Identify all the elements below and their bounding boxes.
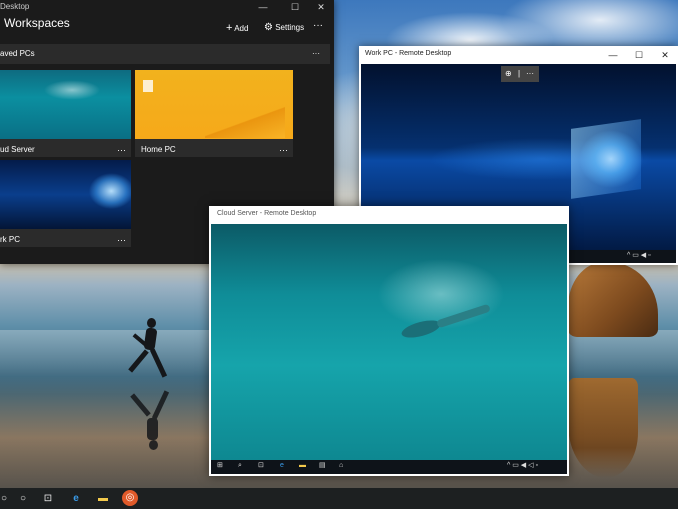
edge-icon[interactable]: e: [68, 491, 84, 506]
plus-icon: +: [226, 22, 233, 34]
store-icon[interactable]: ▤: [319, 460, 326, 472]
settings-button[interactable]: ⚙ Settings: [264, 22, 304, 33]
windows-logo-light: [571, 119, 641, 199]
search-icon[interactable]: ⌕: [238, 460, 242, 472]
file-explorer-icon[interactable]: ▬: [95, 491, 111, 506]
maximize-button[interactable]: ☐: [627, 46, 651, 64]
window-title: Work PC - Remote Desktop: [365, 50, 452, 57]
task-view-icon[interactable]: ⊡: [258, 460, 264, 472]
settings-label: Settings: [275, 23, 305, 32]
toolbar-separator: |: [518, 69, 521, 78]
app-icon[interactable]: ⌂: [339, 460, 343, 472]
windows8-thumbnail: [135, 70, 293, 139]
recycle-bin-icon: [143, 80, 153, 92]
tile-more-button[interactable]: ···: [117, 145, 126, 155]
minimize-button[interactable]: —: [601, 46, 625, 64]
window-title: Cloud Server - Remote Desktop: [217, 210, 317, 217]
start-icon[interactable]: ⊞: [217, 460, 223, 472]
pc-tile-cloud-server[interactable]: ud Server ···: [0, 70, 131, 157]
add-button[interactable]: + Add: [226, 22, 248, 34]
tile-label: ud Server: [0, 145, 35, 154]
workspaces-titlebar: Desktop — ☐ ✕: [0, 0, 334, 14]
tile-more-button[interactable]: ···: [117, 235, 126, 245]
search-icon[interactable]: ○: [15, 491, 31, 506]
underwater-thumbnail: [0, 70, 131, 139]
edge-icon[interactable]: e: [280, 460, 284, 472]
toolbar-more-button[interactable]: ···: [526, 66, 534, 82]
minimize-button[interactable]: —: [252, 0, 274, 14]
cloud-server-window: Cloud Server - Remote Desktop ⊞ ⌕ ⊡ e ▬ …: [209, 206, 569, 476]
maximize-button[interactable]: ☐: [284, 0, 306, 14]
gear-icon: ⚙: [264, 22, 273, 33]
add-label: Add: [234, 24, 249, 33]
swimmer-figure: [399, 303, 496, 344]
runner-silhouette: [120, 318, 175, 388]
system-tray[interactable]: ^ ▭ ◀ ▫: [627, 250, 651, 262]
close-button[interactable]: ✕: [653, 46, 677, 64]
system-tray[interactable]: ^ ▭ ◀ ◁ ▫: [507, 460, 538, 472]
windows10-thumbnail: [0, 160, 131, 229]
section-more-button[interactable]: ···: [312, 44, 320, 64]
task-view-icon[interactable]: ⊡: [40, 491, 56, 506]
remote-desktop-icon[interactable]: ◎: [122, 490, 138, 506]
more-options-button[interactable]: ···: [313, 20, 323, 31]
zoom-icon[interactable]: ⊕: [505, 66, 512, 82]
tile-more-button[interactable]: ···: [279, 145, 288, 155]
main-taskbar: ○ ○ ⊡ e ▬ ◎: [0, 488, 678, 509]
remote-taskbar: ⊞ ⌕ ⊡ e ▬ ▤ ⌂ ^ ▭ ◀ ◁ ▫: [211, 460, 567, 474]
remote-screen[interactable]: [211, 224, 567, 460]
app-title: Desktop: [0, 2, 30, 11]
cortana-icon[interactable]: ○: [0, 491, 12, 506]
tile-label: Home PC: [141, 145, 176, 154]
pc-tile-work-pc[interactable]: rk PC ···: [0, 160, 131, 247]
section-title: aved PCs: [0, 49, 35, 58]
file-explorer-icon[interactable]: ▬: [299, 460, 306, 472]
saved-pcs-section[interactable]: aved PCs ···: [0, 44, 330, 64]
page-title: Workspaces: [4, 16, 70, 30]
remote-toolbar: ⊕ | ···: [501, 66, 539, 82]
close-button[interactable]: ✕: [310, 0, 332, 14]
tile-label: rk PC: [0, 235, 20, 244]
runner-reflection: [124, 390, 174, 455]
pc-tile-home-pc[interactable]: Home PC ···: [135, 70, 293, 157]
